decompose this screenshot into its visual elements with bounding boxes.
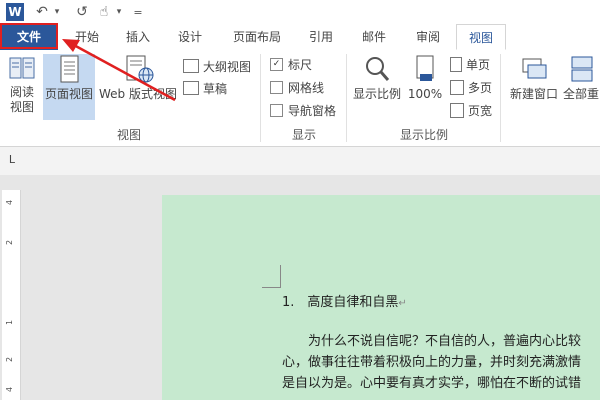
new-window-icon [522,58,547,79]
touch-mode-icon[interactable]: ☝ [96,3,112,21]
page-width-label: 页宽 [468,103,493,118]
one-page-button[interactable]: 单页 [450,54,490,74]
word-app-icon[interactable]: W [6,3,24,21]
group-separator [346,54,347,142]
checkmark-icon: ✓ [270,57,283,71]
tab-stop-selector[interactable]: L [4,152,20,168]
gridlines-checkbox[interactable]: 网格线 [270,77,324,97]
zoom-100-button[interactable]: 100% [406,54,444,120]
nav-pane-label: 导航窗格 [288,103,337,118]
ruler-tick: 1 [5,319,15,326]
one-page-label: 单页 [466,57,491,72]
undo-dropdown-icon[interactable]: ▾ [52,3,62,21]
tab-home[interactable]: 开始 [62,24,112,50]
multi-page-label: 多页 [468,80,493,95]
draft-icon [183,81,199,95]
zoom-group-label: 显示比例 [399,128,448,142]
tab-view[interactable]: 视图 [456,24,506,50]
vertical-ruler: 4 2 1 2 4 [2,190,21,400]
multi-page-button[interactable]: 多页 [450,77,492,97]
undo-icon[interactable]: ↶ [34,3,50,21]
arrange-all-label: 全部重 [562,87,599,101]
redo-icon[interactable]: ↺ [74,3,90,21]
ribbon-view: 阅读视图 页面视图 Web 版式视图 大纲视图 草稿 视图 ✓ 标尺 网格线 导… [0,50,600,147]
tab-mailings[interactable]: 邮件 [350,24,398,50]
magnifier-icon [366,57,390,81]
heading-line[interactable]: 1. 高度自律和自黑↵ [282,291,407,310]
zoom-100-icon [416,55,434,81]
outline-label: 大纲视图 [203,59,252,74]
heading-text: 1. 高度自律和自黑 [282,295,399,310]
page-width-icon [450,102,464,118]
body-line-1[interactable]: 为什么不说自信呢？不自信的人，普遍内心比较 [308,330,581,349]
paragraph-mark: ↵ [398,298,407,309]
multi-page-icon [450,79,464,95]
draft-label: 草稿 [203,81,228,96]
body-line-2[interactable]: 心，做事往往带着积极向上的力量，并时刻充满激情 [282,351,581,370]
ruler-checkbox[interactable]: ✓ 标尺 [270,54,312,74]
read-mode-label: 阅读视图 [9,85,34,114]
web-layout-icon [126,55,154,83]
read-mode-button[interactable]: 阅读视图 [2,54,42,120]
page-width-button[interactable]: 页宽 [450,100,492,120]
outline-icon [183,59,199,73]
tab-page-layout[interactable]: 页面布局 [224,24,290,50]
touch-dropdown-icon[interactable]: ▾ [114,3,124,21]
nav-pane-checkbox[interactable]: 导航窗格 [270,100,336,120]
tab-review[interactable]: 审阅 [404,24,452,50]
views-group-label: 视图 [116,128,141,142]
print-layout-button[interactable]: 页面视图 [43,54,95,120]
tab-references[interactable]: 引用 [298,24,344,50]
outline-button[interactable]: 大纲视图 [183,56,251,76]
draft-button[interactable]: 草稿 [183,78,227,98]
ribbon-tabs: 文件 开始 插入 设计 页面布局 引用 邮件 审阅 视图 [0,24,600,51]
group-separator [500,54,501,142]
read-mode-icon [9,57,35,79]
new-window-button[interactable]: 新建窗口 [506,54,562,120]
show-group-label: 显示 [291,128,316,142]
web-layout-button[interactable]: Web 版式视图 [97,54,179,120]
unchecked-box-icon [270,80,283,94]
ruler-toolbar [0,147,600,175]
ruler-tick: 4 [5,386,15,393]
one-page-icon [450,56,462,72]
new-window-label: 新建窗口 [509,87,558,101]
margin-corner-mark [262,265,281,288]
arrange-all-button[interactable]: 全部重 [562,54,600,120]
zoom-100-label: 100% [407,87,443,101]
file-tab-highlight-box [0,23,58,49]
zoom-button[interactable]: 显示比例 [350,54,404,120]
ruler-tick: 4 [5,199,15,206]
print-layout-icon [60,55,79,83]
tab-insert[interactable]: 插入 [114,24,162,50]
group-separator [260,54,261,142]
zoom-label: 显示比例 [352,87,401,101]
arrange-all-icon [571,56,593,82]
customize-qat-icon[interactable]: = [132,3,144,21]
print-layout-label: 页面视图 [44,87,93,101]
quick-access-toolbar: W ↶ ▾ ↺ ☝ ▾ = [0,0,600,24]
ruler-tick: 2 [5,239,15,246]
body-line-3[interactable]: 是自以为是。心中要有真才实学，哪怕在不断的试错 [282,372,581,391]
ruler-label: 标尺 [288,57,313,72]
ruler-tick: 2 [5,356,15,363]
unchecked-box-icon [270,103,283,117]
gridlines-label: 网格线 [288,80,325,95]
tab-design[interactable]: 设计 [166,24,214,50]
web-layout-label: Web 版式视图 [99,87,177,101]
